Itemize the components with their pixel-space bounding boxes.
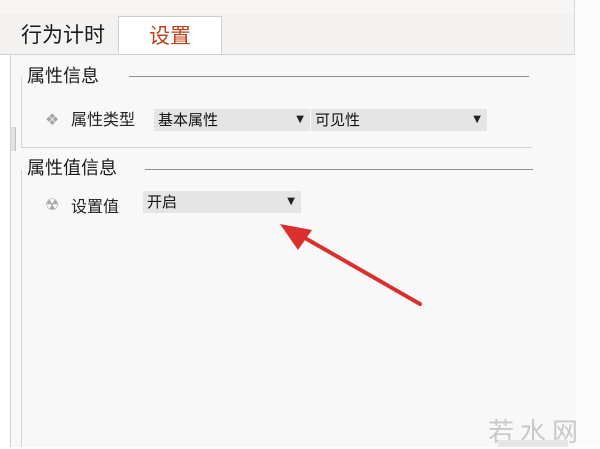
- annotation-arrow: [280, 224, 422, 306]
- watermark-bar: [498, 440, 568, 447]
